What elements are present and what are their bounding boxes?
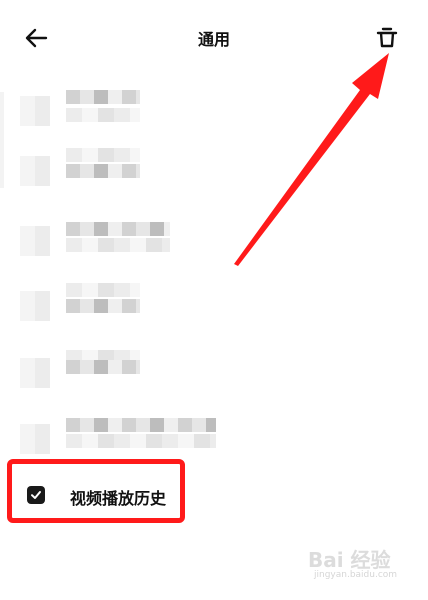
list-item[interactable] <box>0 216 428 276</box>
list-item[interactable] <box>0 86 428 146</box>
trash-icon <box>376 27 398 48</box>
top-bar: 通用 <box>0 0 428 76</box>
item-thumbnail <box>20 96 50 126</box>
item-thumbnail <box>20 156 50 186</box>
list-item[interactable] <box>0 281 428 341</box>
item-thumbnail <box>20 358 50 388</box>
obscured-label <box>66 299 140 313</box>
obscured-label <box>66 238 170 252</box>
item-thumbnail <box>20 291 50 321</box>
watermark-logo: Bai 经验 <box>308 548 391 572</box>
annotation-highlight-box <box>7 459 185 523</box>
obscured-label <box>66 148 140 162</box>
page-title: 通用 <box>197 30 230 49</box>
obscured-label <box>66 283 140 297</box>
watermark-url: jingyan.baidu.com <box>314 570 398 580</box>
obscured-label <box>66 418 216 432</box>
obscured-label <box>66 434 216 448</box>
obscured-label <box>66 90 140 104</box>
delete-button[interactable] <box>374 24 400 52</box>
item-thumbnail <box>20 226 50 256</box>
obscured-label <box>66 222 170 236</box>
obscured-label <box>66 360 140 374</box>
item-thumbnail <box>20 424 50 454</box>
watermark: Bai 经验 jingyan.baidu.com <box>308 544 408 584</box>
list-item[interactable] <box>0 146 428 206</box>
obscured-label <box>66 108 140 122</box>
list-item[interactable] <box>0 348 428 408</box>
obscured-label <box>66 164 140 178</box>
